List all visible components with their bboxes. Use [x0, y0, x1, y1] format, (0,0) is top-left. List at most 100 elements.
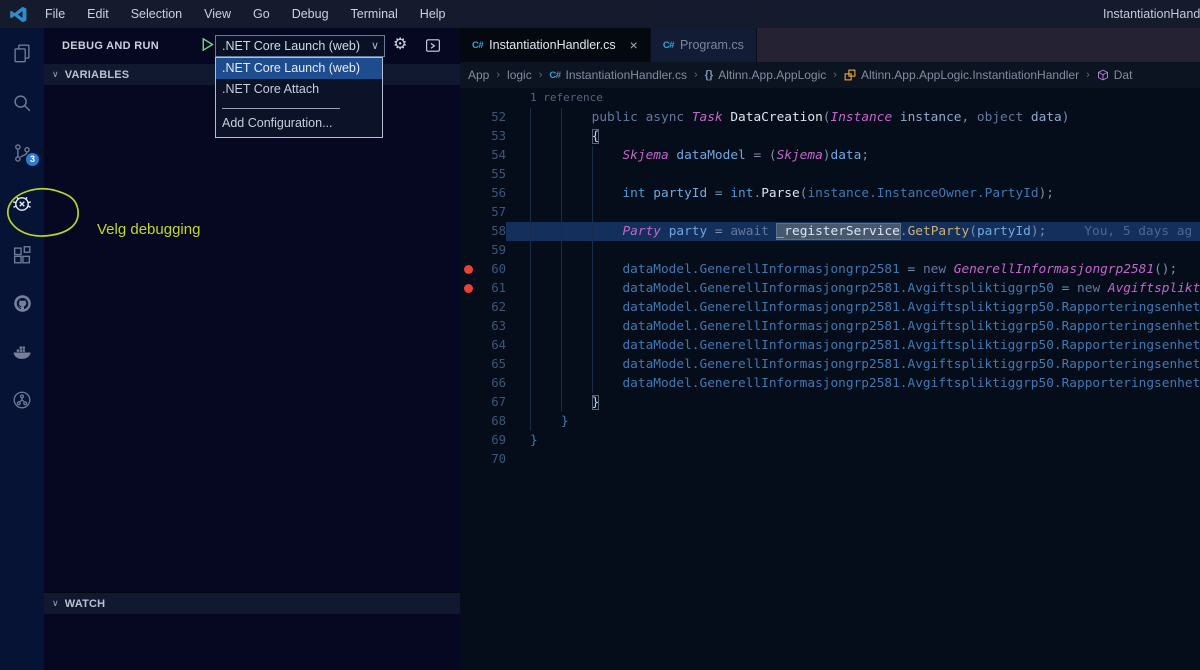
indent-guide — [530, 241, 531, 260]
breadcrumb-item[interactable]: Dat — [1097, 68, 1133, 82]
code-text[interactable] — [530, 165, 1200, 184]
breakpoint-gutter[interactable] — [460, 317, 482, 336]
breakpoint-gutter[interactable] — [460, 146, 482, 165]
dropdown-item[interactable]: Add Configuration... — [216, 113, 382, 134]
code-line-58: 58 Party party = await _registerService.… — [460, 222, 1200, 241]
code-text[interactable]: dataModel.GenerellInformasjongrp2581 = n… — [530, 260, 1200, 279]
title-bar: FileEditSelectionViewGoDebugTerminalHelp… — [0, 0, 1200, 28]
start-debug-button[interactable] — [199, 36, 216, 58]
menu-debug[interactable]: Debug — [281, 0, 340, 28]
code-text[interactable]: int partyId = int.Parse(instance.Instanc… — [530, 184, 1200, 203]
indent-guide — [561, 279, 562, 298]
extensions-icon[interactable] — [0, 235, 44, 275]
breadcrumb-item[interactable]: C#InstantiationHandler.cs — [549, 68, 687, 82]
chevron-right-icon: › — [539, 69, 543, 81]
debug-console-icon[interactable] — [424, 37, 442, 59]
breakpoint-gutter[interactable] — [460, 222, 482, 241]
search-icon[interactable] — [0, 83, 44, 123]
line-number: 69 — [482, 431, 506, 450]
watch-section-header[interactable]: ∨ WATCH — [44, 592, 460, 614]
code-text[interactable] — [530, 241, 1200, 260]
breakpoint-gutter[interactable] — [460, 450, 482, 469]
menu-file[interactable]: File — [34, 0, 76, 28]
breakpoint-dot[interactable] — [464, 284, 473, 293]
breakpoint-gutter[interactable] — [460, 374, 482, 393]
breakpoint-gutter[interactable] — [460, 279, 482, 298]
close-icon[interactable]: × — [630, 37, 638, 53]
line-number: 70 — [482, 450, 506, 469]
docker-icon[interactable] — [0, 332, 44, 372]
breakpoint-gutter[interactable] — [460, 393, 482, 412]
menu-go[interactable]: Go — [242, 0, 281, 28]
menu-help[interactable]: Help — [409, 0, 457, 28]
configure-gear-icon[interactable]: ⚙ — [393, 34, 407, 54]
breakpoint-gutter[interactable] — [460, 241, 482, 260]
line-number: 59 — [482, 241, 506, 260]
code-line-69: 69} — [460, 431, 1200, 450]
code-text[interactable]: dataModel.GenerellInformasjongrp2581.Avg… — [530, 374, 1200, 393]
indent-guide — [561, 336, 562, 355]
line-number: 67 — [482, 393, 506, 412]
code-text[interactable]: Party party = await _registerService.Get… — [530, 222, 1200, 241]
dropdown-item[interactable]: .NET Core Launch (web) — [216, 58, 382, 79]
breakpoint-gutter[interactable] — [460, 165, 482, 184]
line-number: 61 — [482, 279, 506, 298]
debug-icon[interactable] — [0, 183, 44, 223]
codelens-references[interactable]: 1 reference — [460, 88, 1200, 108]
menu-edit[interactable]: Edit — [76, 0, 120, 28]
code-text[interactable]: { — [530, 127, 1200, 146]
code-text[interactable]: } — [530, 393, 1200, 412]
code-text[interactable]: } — [530, 412, 1200, 431]
indent-guide — [530, 260, 531, 279]
menu-selection[interactable]: Selection — [120, 0, 193, 28]
breadcrumb-label: Altinn.App.AppLogic.InstantiationHandler — [861, 68, 1079, 82]
indent-guide — [592, 184, 593, 203]
code-text[interactable]: Skjema dataModel = (Skjema)data; — [530, 146, 1200, 165]
tab-Program.cs[interactable]: C#Program.cs — [651, 28, 757, 62]
code-text[interactable]: } — [530, 431, 1200, 450]
tab-InstantiationHandler.cs[interactable]: C#InstantiationHandler.cs× — [460, 28, 651, 62]
breakpoint-gutter[interactable] — [460, 108, 482, 127]
code-text[interactable]: dataModel.GenerellInformasjongrp2581.Avg… — [530, 279, 1200, 298]
explorer-icon[interactable] — [0, 33, 44, 73]
breadcrumb-item[interactable]: logic — [507, 68, 532, 82]
breakpoint-gutter[interactable] — [460, 431, 482, 450]
breadcrumb-item[interactable]: Altinn.App.AppLogic.InstantiationHandler — [844, 68, 1079, 82]
breakpoint-gutter[interactable] — [460, 412, 482, 431]
csharp-file-icon: C# — [472, 40, 483, 51]
code-text[interactable]: dataModel.GenerellInformasjongrp2581.Avg… — [530, 298, 1200, 317]
breakpoint-gutter[interactable] — [460, 260, 482, 279]
breakpoint-gutter[interactable] — [460, 298, 482, 317]
breakpoint-gutter[interactable] — [460, 355, 482, 374]
code-text[interactable]: dataModel.GenerellInformasjongrp2581.Avg… — [530, 336, 1200, 355]
menu-terminal[interactable]: Terminal — [340, 0, 409, 28]
code-line-54: 54 Skjema dataModel = (Skjema)data; — [460, 146, 1200, 165]
source-control-icon[interactable] — [0, 133, 44, 173]
breakpoint-gutter[interactable] — [460, 184, 482, 203]
code-text[interactable] — [530, 450, 1200, 469]
breadcrumb-item[interactable]: App — [468, 68, 489, 82]
line-number: 58 — [482, 222, 506, 241]
code-text[interactable] — [530, 203, 1200, 222]
code-text[interactable]: dataModel.GenerellInformasjongrp2581.Avg… — [530, 317, 1200, 336]
indent-guide — [530, 393, 531, 412]
debug-config-select[interactable]: .NET Core Launch (web) ∨ — [215, 35, 385, 57]
indent-guide — [592, 279, 593, 298]
indent-guide — [561, 146, 562, 165]
breakpoint-gutter[interactable] — [460, 336, 482, 355]
breakpoint-gutter[interactable] — [460, 203, 482, 222]
config-dropdown-list: .NET Core Launch (web).NET Core Attach Ad… — [215, 57, 383, 138]
indent-guide — [530, 298, 531, 317]
indent-guide — [592, 317, 593, 336]
fork-circle-icon[interactable] — [0, 380, 44, 420]
breakpoint-dot[interactable] — [464, 265, 473, 274]
code-text[interactable]: dataModel.GenerellInformasjongrp2581.Avg… — [530, 355, 1200, 374]
code-text[interactable]: public async Task DataCreation(Instance … — [530, 108, 1200, 127]
breadcrumb-item[interactable]: {}Altinn.App.AppLogic — [705, 68, 827, 82]
breadcrumb[interactable]: App›logic›C#InstantiationHandler.cs›{}Al… — [460, 62, 1200, 88]
breakpoint-gutter[interactable] — [460, 127, 482, 146]
dropdown-item[interactable]: .NET Core Attach — [216, 79, 382, 100]
indent-guide — [530, 222, 531, 241]
menu-view[interactable]: View — [193, 0, 242, 28]
github-icon[interactable] — [0, 283, 44, 323]
